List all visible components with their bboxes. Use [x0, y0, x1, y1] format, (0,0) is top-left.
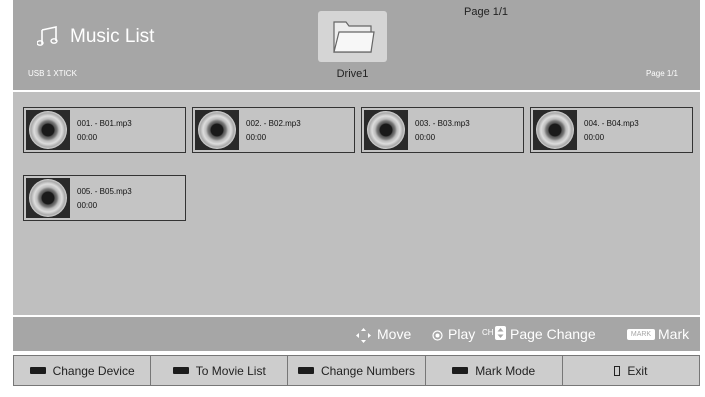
mark-mode-button[interactable]: Mark Mode	[425, 356, 563, 385]
file-name: 001. - B01.mp3	[77, 119, 132, 128]
page-indicator-top: Page 1/1	[464, 6, 509, 18]
exit-button[interactable]: Exit	[562, 356, 700, 385]
change-device-button[interactable]: Change Device	[14, 356, 152, 385]
cd-disc-icon	[29, 179, 67, 217]
file-duration: 00:00	[415, 133, 436, 142]
current-folder[interactable]	[318, 11, 387, 62]
hint-play: Play	[448, 326, 476, 342]
header-bar: Music List USB 1 XTICK Drive1 Page 1/1 P…	[13, 0, 700, 90]
button-label: To Movie List	[195, 363, 266, 378]
cd-disc-icon	[198, 111, 236, 149]
change-numbers-button[interactable]: Change Numbers	[288, 356, 426, 385]
music-list-screen: Music List USB 1 XTICK Drive1 Page 1/1 P…	[0, 0, 705, 397]
hint-ch-label: CH	[482, 328, 494, 337]
file-tile[interactable]: 005. - B05.mp3 00:00	[23, 175, 186, 221]
file-duration: 00:00	[77, 133, 98, 142]
page-title: Music List	[70, 26, 155, 47]
exit-icon	[614, 365, 621, 376]
button-label: Change Device	[52, 363, 135, 378]
cd-thumbnail	[195, 110, 239, 150]
cd-thumbnail	[26, 110, 70, 150]
file-duration: 00:00	[584, 133, 605, 142]
file-list-area: 001. - B01.mp3 00:00 002. - B02.mp3 00:0…	[13, 91, 700, 315]
cd-thumbnail	[364, 110, 408, 150]
file-tile[interactable]: 004. - B04.mp3 00:00	[530, 107, 693, 153]
file-tile[interactable]: 001. - B01.mp3 00:00	[23, 107, 186, 153]
folder-icon	[333, 21, 375, 53]
color-key-icon	[29, 367, 46, 374]
button-label: Exit	[627, 363, 648, 378]
cd-thumbnail	[26, 178, 70, 218]
four-way-arrow-icon	[356, 328, 371, 343]
hint-page-change: Page Change	[510, 326, 596, 342]
file-name: 005. - B05.mp3	[77, 187, 132, 196]
button-label: Mark Mode	[475, 363, 536, 378]
file-duration: 00:00	[77, 201, 98, 210]
device-label: USB 1 XTICK	[28, 69, 77, 78]
file-name: 002. - B02.mp3	[246, 119, 301, 128]
color-key-icon	[172, 367, 189, 374]
file-tile[interactable]: 002. - B02.mp3 00:00	[192, 107, 355, 153]
file-name: 004. - B04.mp3	[584, 119, 639, 128]
ch-up-down-icon	[495, 326, 506, 340]
file-name: 003. - B03.mp3	[415, 119, 470, 128]
page-indicator-right: Page 1/1	[645, 69, 678, 78]
color-key-icon	[452, 367, 469, 374]
hint-move: Move	[377, 326, 412, 342]
function-button-bar: Change Device To Movie List Change Numbe…	[13, 355, 700, 386]
file-tile[interactable]: 003. - B03.mp3 00:00	[361, 107, 524, 153]
ch-arrows	[497, 328, 504, 338]
key-hint-bar: Move Play CH Page Change MARK Mark	[13, 317, 700, 351]
cd-thumbnail	[533, 110, 577, 150]
button-label: Change Numbers	[320, 363, 416, 378]
cd-disc-icon	[29, 111, 67, 149]
to-movie-list-button[interactable]: To Movie List	[151, 356, 289, 385]
ok-button-icon	[432, 330, 443, 341]
cd-disc-icon	[536, 111, 574, 149]
cd-disc-icon	[367, 111, 405, 149]
drive-label: Drive1	[336, 68, 369, 80]
music-note-icon	[37, 26, 58, 46]
file-duration: 00:00	[246, 133, 267, 142]
mark-key-badge: MARK	[627, 329, 655, 340]
hint-mark: Mark	[658, 326, 690, 342]
color-key-icon	[297, 367, 314, 374]
